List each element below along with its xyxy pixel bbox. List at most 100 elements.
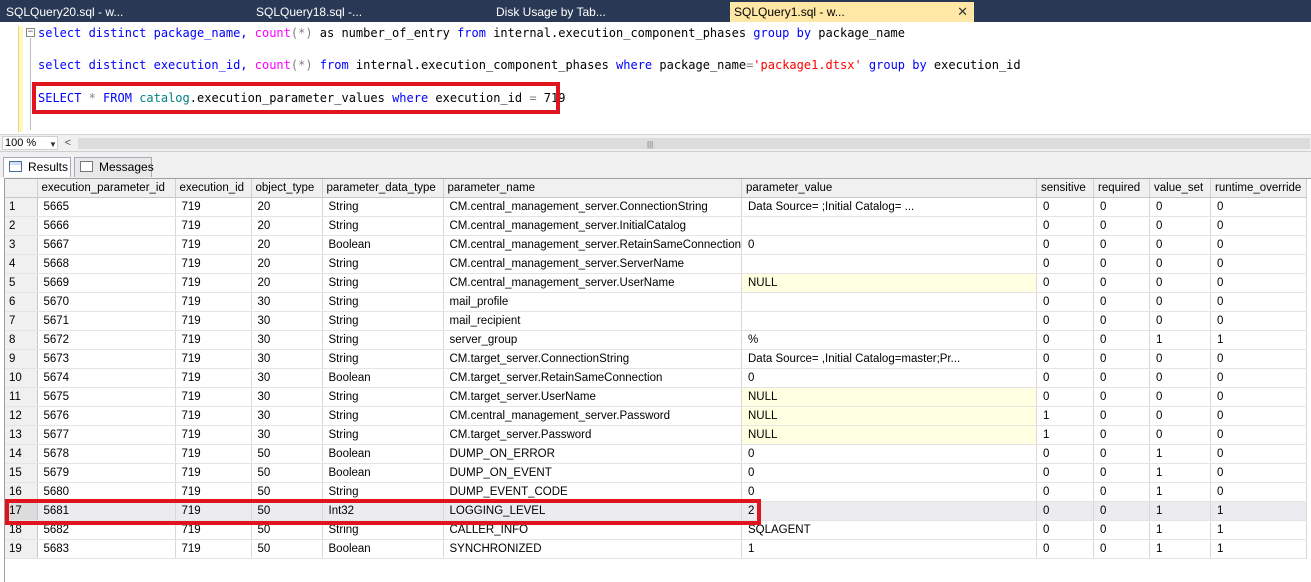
grid-cell[interactable] bbox=[741, 311, 1037, 331]
grid-cell[interactable]: 719 bbox=[175, 292, 252, 312]
row-number[interactable]: 13 bbox=[5, 425, 38, 445]
grid-cell[interactable]: 30 bbox=[251, 330, 323, 350]
table-row[interactable]: 11 5675 719 30 String CM.target_server.UserNa… bbox=[5, 387, 1307, 407]
grid-cell[interactable]: 1 bbox=[1210, 539, 1307, 559]
grid-cell[interactable]: SQLAGENT bbox=[741, 520, 1037, 540]
grid-cell[interactable]: 5667 bbox=[37, 235, 176, 255]
grid-cell[interactable]: 0 bbox=[1210, 197, 1307, 217]
grid-cell[interactable]: 0 bbox=[1036, 501, 1094, 521]
grid-cell[interactable]: 719 bbox=[175, 539, 252, 559]
grid-cell[interactable]: 0 bbox=[1036, 311, 1094, 331]
grid-cell[interactable]: 0 bbox=[1036, 368, 1094, 388]
grid-cell[interactable] bbox=[741, 292, 1037, 312]
grid-cell[interactable]: 719 bbox=[175, 311, 252, 331]
grid-cell[interactable]: 0 bbox=[1093, 311, 1150, 331]
tab-sqlquery1[interactable]: SQLQuery1.sql - w... ✕ bbox=[730, 2, 974, 22]
grid-cell[interactable]: 0 bbox=[1093, 254, 1150, 274]
grid-cell[interactable]: String bbox=[322, 197, 444, 217]
grid-cell[interactable]: DUMP_ON_EVENT bbox=[443, 463, 742, 483]
table-row[interactable]: 6 5670 719 30 String mail_profile 0 0 0 0 bbox=[5, 292, 1307, 312]
grid-cell[interactable]: 719 bbox=[175, 216, 252, 236]
row-number[interactable]: 3 bbox=[5, 235, 38, 255]
column-header[interactable]: required bbox=[1093, 179, 1150, 198]
grid-cell[interactable]: Data Source= ;Initial Catalog= ... bbox=[741, 197, 1037, 217]
grid-cell[interactable]: 5677 bbox=[37, 425, 176, 445]
grid-cell[interactable]: 0 bbox=[1036, 463, 1094, 483]
grid-cell[interactable]: mail_recipient bbox=[443, 311, 742, 331]
grid-cell[interactable]: Boolean bbox=[322, 235, 444, 255]
grid-cell[interactable]: 5668 bbox=[37, 254, 176, 274]
row-number[interactable]: 2 bbox=[5, 216, 38, 236]
grid-cell[interactable]: 0 bbox=[1036, 292, 1094, 312]
grid-cell[interactable]: 719 bbox=[175, 368, 252, 388]
grid-cell[interactable]: 719 bbox=[175, 406, 252, 426]
table-row[interactable]: 14 5678 719 50 Boolean DUMP_ON_ERROR 0 0 0 1 0 bbox=[5, 444, 1307, 464]
table-row[interactable]: 4 5668 719 20 String CM.central_management_se… bbox=[5, 254, 1307, 274]
grid-cell[interactable]: 0 bbox=[1036, 520, 1094, 540]
grid-cell[interactable]: 5674 bbox=[37, 368, 176, 388]
grid-cell[interactable]: 5671 bbox=[37, 311, 176, 331]
grid-cell[interactable]: CM.target_server.Password bbox=[443, 425, 742, 445]
row-number[interactable]: 11 bbox=[5, 387, 38, 407]
grid-cell[interactable]: 0 bbox=[1036, 349, 1094, 369]
grid-cell[interactable]: 0 bbox=[1210, 292, 1307, 312]
grid-cell[interactable]: 5675 bbox=[37, 387, 176, 407]
grid-cell[interactable]: String bbox=[322, 406, 444, 426]
grid-cell[interactable]: 0 bbox=[1149, 406, 1211, 426]
grid-cell[interactable]: 0 bbox=[1149, 292, 1211, 312]
grid-cell[interactable]: 0 bbox=[1036, 330, 1094, 350]
grid-cell[interactable]: 0 bbox=[741, 482, 1037, 502]
row-number[interactable]: 10 bbox=[5, 368, 38, 388]
grid-cell[interactable]: 0 bbox=[1093, 444, 1150, 464]
query-editor[interactable]: − select distinct package_name, count(*)… bbox=[0, 22, 1311, 134]
grid-cell[interactable]: 0 bbox=[1149, 235, 1211, 255]
grid-cell[interactable]: 0 bbox=[1093, 368, 1150, 388]
grid-cell[interactable]: 0 bbox=[1149, 254, 1211, 274]
grid-cell[interactable]: 5672 bbox=[37, 330, 176, 350]
grid-cell[interactable]: 5678 bbox=[37, 444, 176, 464]
grid-cell[interactable]: 0 bbox=[1036, 254, 1094, 274]
grid-cell[interactable]: 0 bbox=[1093, 406, 1150, 426]
table-row[interactable]: 9 5673 719 30 String CM.target_server.Connect… bbox=[5, 349, 1307, 369]
collapse-region-icon[interactable]: − bbox=[26, 28, 35, 37]
grid-cell[interactable]: 5669 bbox=[37, 273, 176, 293]
grid-cell[interactable]: 2 bbox=[741, 501, 1037, 521]
grid-cell[interactable]: 0 bbox=[1036, 539, 1094, 559]
table-row[interactable]: 19 5683 719 50 Boolean SYNCHRONIZED 1 0 0 1 1 bbox=[5, 539, 1307, 559]
grid-cell[interactable]: 5683 bbox=[37, 539, 176, 559]
grid-cell[interactable]: 719 bbox=[175, 273, 252, 293]
table-row[interactable]: 12 5676 719 30 String CM.central_management_s… bbox=[5, 406, 1307, 426]
grid-cell[interactable]: 5665 bbox=[37, 197, 176, 217]
grid-cell[interactable]: 20 bbox=[251, 216, 323, 236]
grid-cell[interactable]: 0 bbox=[1149, 311, 1211, 331]
grid-cell[interactable]: 0 bbox=[1210, 235, 1307, 255]
grid-cell[interactable]: 0 bbox=[741, 444, 1037, 464]
tab-sqlquery18[interactable]: SQLQuery18.sql -... bbox=[252, 2, 492, 22]
grid-cell[interactable]: 0 bbox=[1093, 273, 1150, 293]
grid-cell[interactable]: 1 bbox=[1149, 520, 1211, 540]
grid-cell[interactable]: 0 bbox=[1036, 482, 1094, 502]
grid-cell[interactable]: DUMP_ON_ERROR bbox=[443, 444, 742, 464]
grid-cell[interactable]: 0 bbox=[1036, 273, 1094, 293]
grid-cell[interactable]: 0 bbox=[1210, 387, 1307, 407]
row-number[interactable]: 14 bbox=[5, 444, 38, 464]
column-header[interactable]: value_set bbox=[1149, 179, 1211, 198]
grid-cell[interactable]: String bbox=[322, 254, 444, 274]
grid-cell[interactable]: 30 bbox=[251, 368, 323, 388]
grid-cell[interactable]: 1 bbox=[1149, 463, 1211, 483]
row-number[interactable]: 1 bbox=[5, 197, 38, 217]
grid-cell[interactable]: 0 bbox=[1093, 520, 1150, 540]
grid-cell[interactable]: NULL bbox=[741, 273, 1037, 293]
table-row[interactable]: 7 5671 719 30 String mail_recipient 0 0 0 0 bbox=[5, 311, 1307, 331]
grid-cell[interactable]: 0 bbox=[1210, 254, 1307, 274]
row-number[interactable]: 8 bbox=[5, 330, 38, 350]
grid-cell[interactable]: CM.central_management_server.RetainSameC… bbox=[443, 235, 742, 255]
grid-cell[interactable]: Boolean bbox=[322, 539, 444, 559]
grid-cell[interactable]: % bbox=[741, 330, 1037, 350]
grid-cell[interactable]: 0 bbox=[1210, 349, 1307, 369]
grid-cell[interactable]: 50 bbox=[251, 444, 323, 464]
grid-cell[interactable]: Data Source= ,Initial Catalog=master;Pr.… bbox=[741, 349, 1037, 369]
grid-cell[interactable]: 0 bbox=[741, 235, 1037, 255]
grid-cell[interactable]: 20 bbox=[251, 254, 323, 274]
row-number[interactable]: 12 bbox=[5, 406, 38, 426]
